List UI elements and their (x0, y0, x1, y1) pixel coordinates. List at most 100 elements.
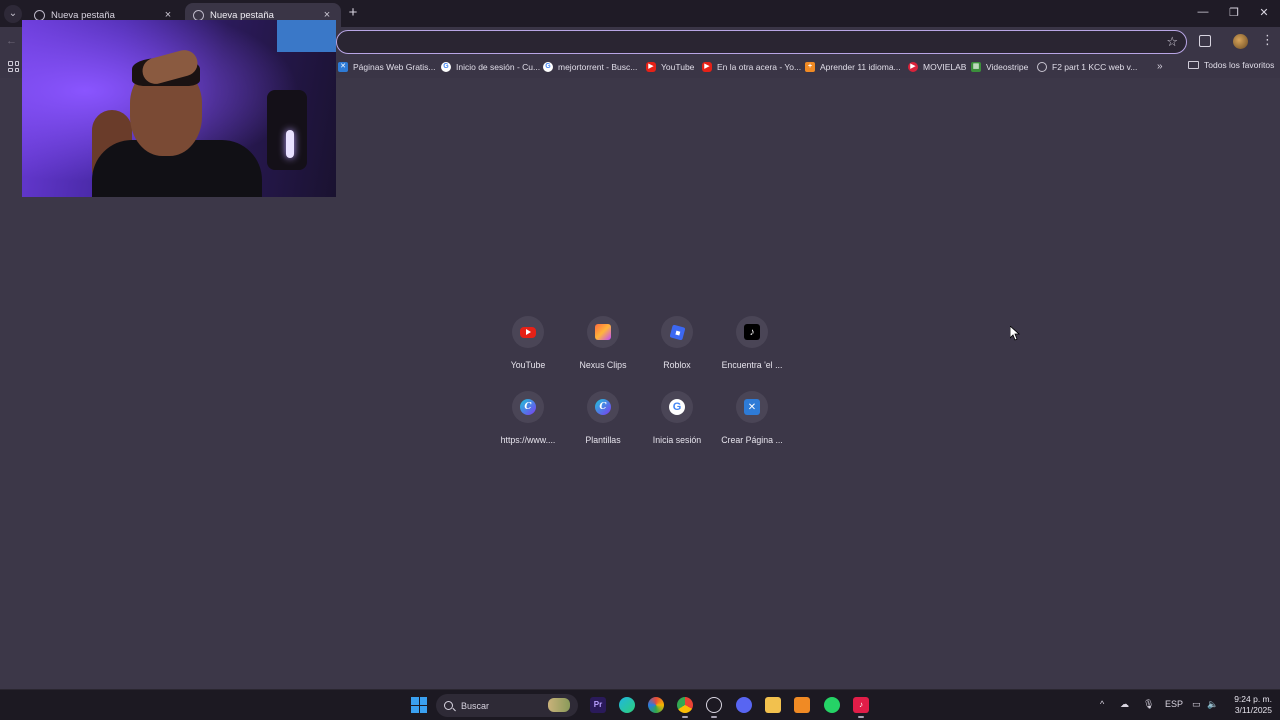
file-explorer-icon[interactable] (765, 697, 781, 713)
globe-icon (1037, 62, 1047, 72)
chrome-icon[interactable] (677, 697, 693, 713)
bookmark-label: En la otra acera - Yo... (717, 62, 802, 72)
orange-icon: + (805, 62, 815, 72)
bookmark-item[interactable]: ▶ En la otra acera - Yo... (702, 60, 801, 74)
nexus-clips-icon (595, 324, 611, 340)
google-icon: G (669, 399, 685, 415)
shortcut-tile[interactable]: ♪ Encuentra 'el ... (714, 316, 790, 386)
edge-icon[interactable] (619, 697, 635, 713)
discord-icon[interactable] (736, 697, 752, 713)
bookmark-item[interactable]: ▶ YouTube (646, 60, 694, 74)
bookmark-label: MOVIELAB (923, 62, 967, 72)
shortcut-tile[interactable]: C https://www.... (490, 391, 566, 461)
bookmark-item[interactable]: ▶ MOVIELAB (908, 60, 966, 74)
tray-overflow-icon[interactable]: ^ (1100, 699, 1104, 709)
language-indicator[interactable]: ESP (1165, 699, 1183, 709)
bookmark-item[interactable]: ▦ Videostripe (971, 60, 1028, 74)
search-placeholder: Buscar (461, 700, 490, 711)
shortcut-label: Plantillas (585, 435, 621, 445)
tiktok-icon[interactable]: ♪ (853, 697, 869, 713)
address-bar[interactable]: ☆ (336, 30, 1187, 54)
google-icon: G (543, 62, 553, 72)
shortcut-tile[interactable]: G Inicia sesión (639, 391, 715, 461)
canva-icon: C (520, 399, 536, 415)
bookmark-label: mejortorrent - Busc... (558, 62, 638, 72)
menu-kebab-icon[interactable]: ⋮ (1261, 33, 1274, 47)
clock-date: 3/11/2025 (1234, 705, 1272, 715)
all-favorites-label: Todos los favoritos (1204, 60, 1275, 70)
background-monitor (277, 20, 336, 52)
all-favorites-folder[interactable]: Todos los favoritos (1188, 60, 1274, 70)
x-icon: ✕ (338, 62, 348, 72)
premiere-pro-icon[interactable]: Pr (590, 697, 606, 713)
clock-app-icon[interactable] (706, 697, 722, 713)
microphone-icon[interactable]: 🎙 (1143, 699, 1154, 710)
tiktok-icon: ♪ (744, 324, 760, 340)
bookmark-item[interactable]: + Aprender 11 idioma... (805, 60, 901, 74)
google-icon: G (441, 62, 451, 72)
shortcut-tile[interactable]: Nexus Clips (565, 316, 641, 386)
minimize-button[interactable]: — (1196, 6, 1210, 18)
shortcut-label: https://www.... (500, 435, 556, 445)
clock-time: 9:24 p. m. (1234, 694, 1272, 704)
whatsapp-icon[interactable] (824, 697, 840, 713)
network-icon[interactable]: ▭ (1192, 699, 1201, 710)
shortcut-label: Encuentra 'el ... (721, 360, 783, 370)
globe-icon (34, 9, 45, 21)
tab-search-button[interactable]: ⌄ (4, 5, 22, 23)
tab-title: Nueva pestaña (51, 9, 115, 21)
bookmarks-overflow-icon[interactable]: » (1157, 61, 1163, 72)
windows-start-icon[interactable] (411, 697, 427, 713)
cloud-icon[interactable]: ☁ (1120, 699, 1129, 710)
taskbar-search[interactable]: Buscar (436, 694, 578, 717)
bookmark-label: Inicio de sesión - Cu... (456, 62, 541, 72)
star-bookmark-icon[interactable]: ☆ (1166, 34, 1178, 50)
profile-avatar[interactable] (1233, 34, 1248, 49)
new-tab-button[interactable]: + (345, 5, 361, 21)
shortcuts-grid: YouTube Nexus Clips Roblox ♪ Encuentra '… (490, 316, 790, 456)
shortcut-tile[interactable]: Roblox (639, 316, 715, 386)
shortcut-label: Roblox (663, 360, 691, 370)
x-icon: ✕ (744, 399, 760, 415)
folder-icon (1188, 61, 1199, 69)
tab-title: Nueva pestaña (210, 9, 274, 21)
orange-app-icon[interactable] (794, 697, 810, 713)
bookmark-label: Páginas Web Gratis... (353, 62, 436, 72)
bookmark-label: YouTube (661, 62, 695, 72)
search-icon (444, 701, 453, 710)
bookmark-item[interactable]: ✕ Páginas Web Gratis... (338, 60, 436, 74)
shortcut-label: Crear Página ... (721, 435, 783, 445)
extensions-icon[interactable] (1199, 35, 1211, 47)
youtube-icon: ▶ (646, 62, 656, 72)
shortcut-label: YouTube (510, 360, 546, 370)
search-highlight-icon (548, 698, 570, 712)
bookmark-item[interactable]: G mejortorrent - Busc... (543, 60, 637, 74)
bookmark-label: F2 part 1 KCC web v... (1052, 62, 1138, 72)
bookmark-item[interactable]: G Inicio de sesión - Cu... (441, 60, 540, 74)
youtube-icon: ▶ (702, 62, 712, 72)
red-icon: ▶ (908, 62, 918, 72)
back-arrow-icon[interactable]: ← (6, 35, 17, 47)
shortcut-tile[interactable]: C Plantillas (565, 391, 641, 461)
green-icon: ▦ (971, 62, 981, 72)
apps-grid-icon[interactable] (8, 61, 19, 72)
light-strip (286, 130, 294, 158)
canva-icon: C (595, 399, 611, 415)
shortcut-tile[interactable]: ✕ Crear Página ... (714, 391, 790, 461)
system-clock[interactable]: 9:24 p. m. 3/11/2025 (1228, 694, 1272, 716)
youtube-icon (520, 326, 536, 338)
globe-icon (193, 9, 204, 21)
bookmark-label: Videostripe (986, 62, 1029, 72)
webcam-overlay (22, 20, 336, 197)
taskbar: Buscar Pr ♪ ^ ☁ 🎙 ESP ▭ 🔈 9:24 p. m. 3/1… (0, 689, 1280, 720)
roblox-icon (669, 324, 685, 340)
color-app-icon[interactable] (648, 697, 664, 713)
volume-icon[interactable]: 🔈 (1207, 699, 1218, 710)
close-window-button[interactable]: ✕ (1257, 6, 1271, 19)
shortcut-label: Inicia sesión (652, 435, 702, 445)
shortcut-tile[interactable]: YouTube (490, 316, 566, 386)
shortcut-label: Nexus Clips (579, 360, 627, 370)
restore-button[interactable]: ❐ (1227, 6, 1241, 19)
bookmark-item[interactable]: F2 part 1 KCC web v... (1037, 60, 1137, 74)
bookmark-label: Aprender 11 idioma... (820, 62, 901, 72)
